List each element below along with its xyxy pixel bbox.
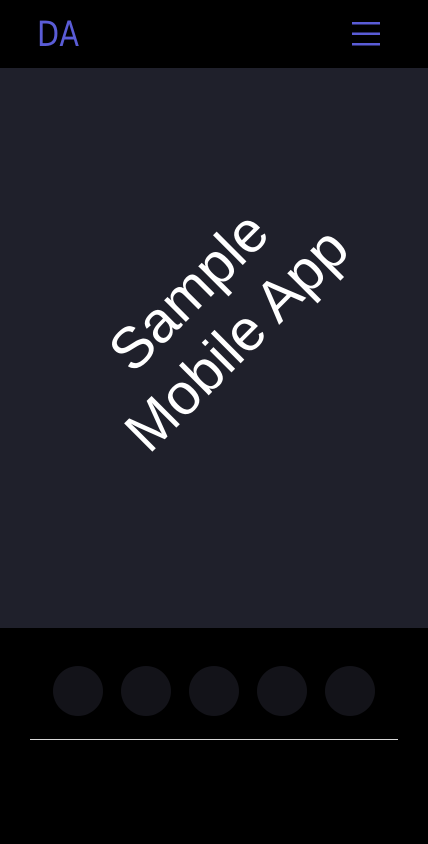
carousel-dots (53, 666, 375, 716)
carousel-dot-2[interactable] (121, 666, 171, 716)
app-header: DA (0, 0, 428, 68)
carousel-dot-1[interactable] (53, 666, 103, 716)
divider (30, 739, 398, 740)
app-logo[interactable]: DA (37, 15, 80, 55)
carousel-dot-5[interactable] (325, 666, 375, 716)
carousel-dot-3[interactable] (189, 666, 239, 716)
hero-banner: Sample Mobile App (0, 68, 428, 628)
hamburger-menu-icon (352, 22, 380, 46)
menu-button[interactable] (350, 20, 382, 48)
carousel-dot-4[interactable] (257, 666, 307, 716)
hero-title: Sample Mobile App (31, 134, 396, 499)
